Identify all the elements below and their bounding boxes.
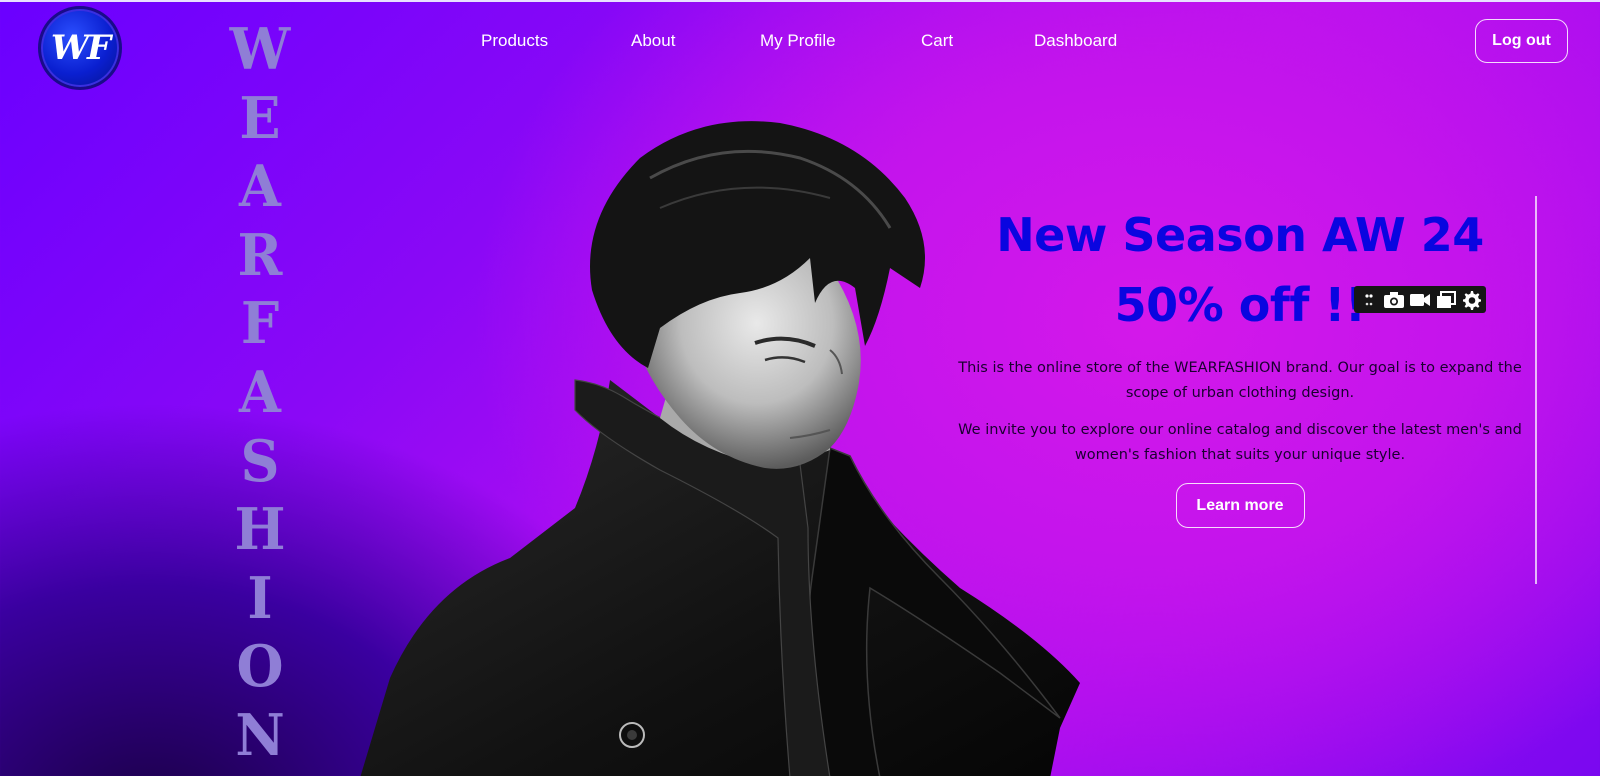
- brand-letter: I: [247, 564, 273, 632]
- video-camera-icon[interactable]: [1409, 289, 1431, 311]
- window-icon[interactable]: [1435, 289, 1456, 311]
- nav-link-cart[interactable]: Cart: [921, 29, 953, 53]
- brand-letter: R: [237, 221, 283, 289]
- brand-letter: F: [240, 289, 280, 357]
- gear-icon[interactable]: [1461, 289, 1482, 311]
- brand-letter: N: [235, 701, 285, 769]
- brand-letter: A: [239, 152, 281, 220]
- hero-paragraph-invite: We invite you to explore our online cata…: [958, 422, 1522, 463]
- top-border: [0, 0, 1600, 2]
- main-nav: Products About My Profile Cart Dashboard: [0, 29, 1600, 53]
- capture-toolbar: [1354, 286, 1486, 313]
- vertical-divider: [1535, 196, 1537, 584]
- camera-icon[interactable]: [1383, 289, 1405, 311]
- brand-letter: S: [240, 426, 280, 495]
- grip-icon[interactable]: [1358, 289, 1379, 311]
- nav-link-about[interactable]: About: [631, 29, 675, 53]
- logout-button[interactable]: Log out: [1475, 19, 1568, 63]
- brand-letter: E: [239, 83, 281, 152]
- brand-letter: O: [236, 632, 284, 700]
- nav-link-my-profile[interactable]: My Profile: [760, 29, 836, 53]
- hero-headline: New Season AW 24: [996, 208, 1484, 262]
- nav-link-products[interactable]: Products: [481, 29, 548, 53]
- vertical-brand-wordmark: W E A R F A S H I O N: [225, 21, 295, 769]
- learn-more-button[interactable]: Learn more: [1175, 483, 1305, 528]
- hero-content: New Season AW 24 50% off !! This is the …: [940, 200, 1540, 528]
- brand-letter: A: [239, 358, 281, 426]
- hero-paragraph-intro: This is the online store of the WEARFASH…: [958, 360, 1522, 401]
- nav-link-dashboard[interactable]: Dashboard: [1034, 29, 1117, 53]
- brand-letter: H: [234, 495, 286, 563]
